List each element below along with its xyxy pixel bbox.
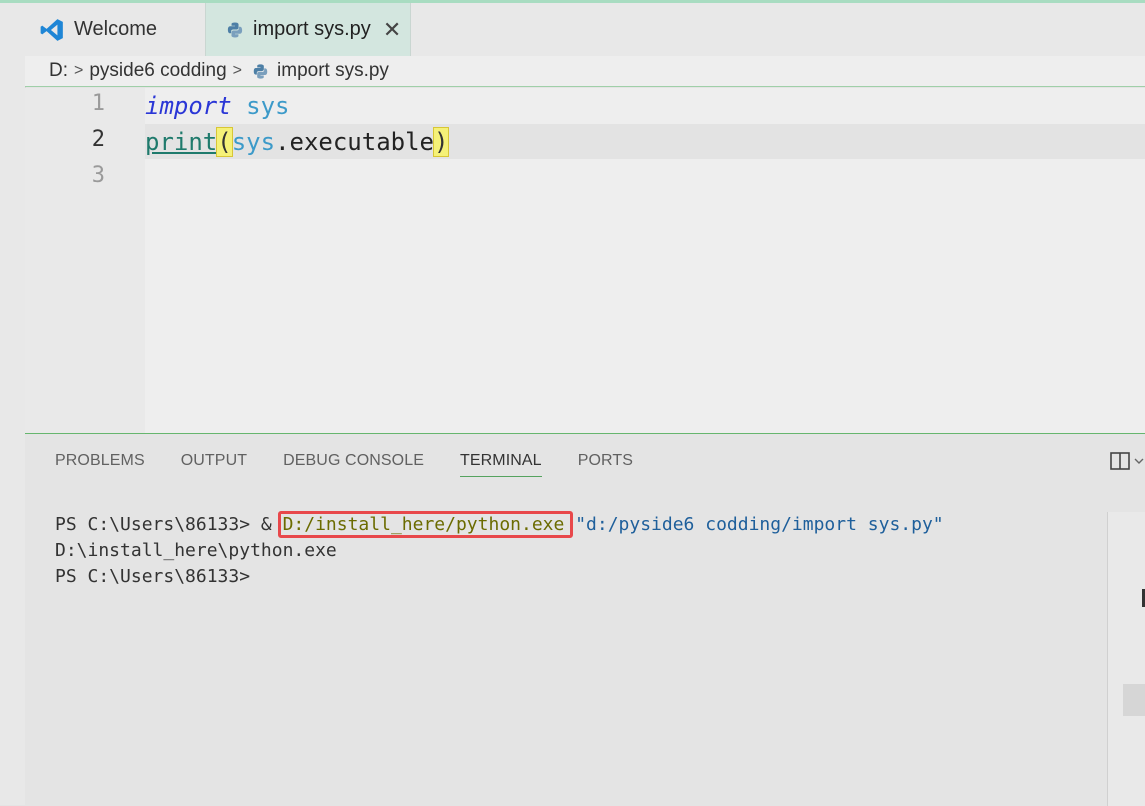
function-print: print [145,128,218,156]
terminal-line-1: PS C:\Users\86133> & D:/install_here/pyt… [55,511,944,538]
vscode-logo-icon [39,17,65,43]
python-file-icon [252,63,269,80]
keyword-import: import [145,92,232,120]
red-highlight-box [277,511,574,538]
bottom-panel: PROBLEMS OUTPUT DEBUG CONSOLE TERMINAL P… [25,433,1145,806]
python-exe-path: D:/install_here/python.exe [277,511,574,538]
line-number-current: 2 [91,127,105,152]
terminal-scrollbar[interactable] [1107,512,1145,806]
breadcrumb: D: > pyside6 codding > import sys.py [25,56,1145,87]
line-number: 3 [91,163,105,188]
code-line-2: print(sys.executable) [145,125,450,160]
python-file-icon [226,21,244,39]
panel-actions [1109,450,1145,477]
breadcrumb-folder[interactable]: pyside6 codding [89,60,226,82]
tab-ports[interactable]: PORTS [578,452,633,477]
code-editor[interactable]: 1 2 3 import sys print(sys.executable) [25,88,1145,433]
bracket-close: ) [432,127,450,157]
tab-debug-console[interactable]: DEBUG CONSOLE [283,452,424,477]
split-layout-icon[interactable] [1109,450,1131,477]
tab-problems[interactable]: PROBLEMS [55,452,145,477]
bracket-open: ( [216,127,233,157]
activity-bar [0,3,26,805]
chevron-right-icon: > [232,62,243,79]
breadcrumb-drive[interactable]: D: [49,60,68,82]
terminal-output[interactable]: PS C:\Users\86133> & D:/install_here/pyt… [55,511,944,590]
tab-welcome-label: Welcome [74,18,157,40]
module-sys: sys [246,92,290,120]
chevron-right-icon: > [74,62,84,79]
tab-welcome[interactable]: Welcome [25,3,205,56]
tab-bar: Welcome import sys.py ✕ [25,3,1145,56]
line-number-gutter: 1 2 3 [25,88,145,433]
module-sys: sys [231,128,276,156]
breadcrumb-file[interactable]: import sys.py [277,60,389,82]
scrollbar-thumb[interactable] [1123,684,1145,716]
chevron-down-icon[interactable] [1133,450,1145,477]
tab-import-sys-py[interactable]: import sys.py ✕ [205,3,411,56]
tab-output[interactable]: OUTPUT [181,452,247,477]
terminal-line-2: D:\install_here\python.exe [55,540,337,561]
panel-tabs: PROBLEMS OUTPUT DEBUG CONSOLE TERMINAL P… [55,452,633,477]
attribute-executable: .executable [275,128,435,156]
code-line-1: import sys [145,89,290,124]
tab-terminal[interactable]: TERMINAL [459,452,542,477]
script-path-argument: "d:/pyside6 codding/import sys.py" [575,514,944,535]
terminal-line-3: PS C:\Users\86133> [55,566,251,587]
tab-import-sys-py-label: import sys.py [253,18,371,40]
line-number: 1 [91,91,105,116]
terminal-prompt: PS C:\Users\86133> & [55,514,283,535]
close-icon[interactable]: ✕ [383,17,401,43]
